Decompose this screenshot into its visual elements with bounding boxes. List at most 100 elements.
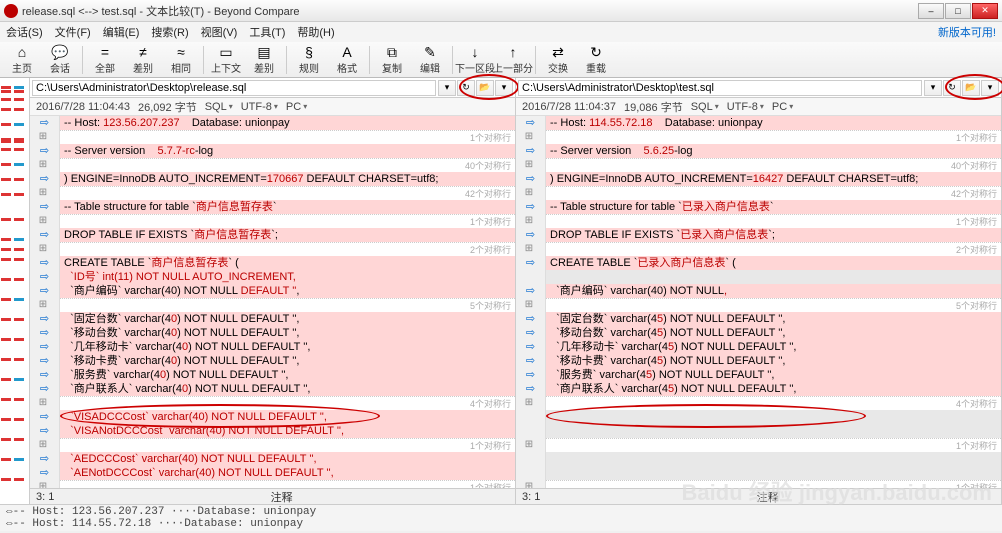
toolbar-差别[interactable]: ≠差别 (125, 44, 161, 76)
code-line[interactable]: ⊞5个对称行 (516, 298, 1001, 312)
toolbar-规则[interactable]: §规则 (291, 44, 327, 76)
code-line[interactable]: ⊞1个对称行 (516, 480, 1001, 488)
code-line[interactable]: ⇨) ENGINE=InnoDB AUTO_INCREMENT=16427 DE… (516, 172, 1001, 186)
toolbar-编辑[interactable]: ✎编辑 (412, 44, 448, 76)
code-line[interactable]: ⇨-- Table structure for table `商户信息暂存表` (30, 200, 515, 214)
menu-item[interactable]: 编辑(E) (103, 24, 140, 40)
code-line[interactable]: ⇨ `ID号` int(11) NOT NULL AUTO_INCREMENT, (30, 270, 515, 284)
lang-drop[interactable]: SQL (205, 101, 233, 113)
code-line[interactable]: ⊞1个对称行 (516, 214, 1001, 228)
titlebar: release.sql <--> test.sql - 文本比较(T) - Be… (0, 0, 1002, 22)
code-line[interactable]: ⇨ `几年移动卡` varchar(45) NOT NULL DEFAULT '… (516, 340, 1001, 354)
code-line[interactable]: ⇨-- Host: 123.56.207.237 Database: union… (30, 116, 515, 130)
menu-item[interactable]: 搜索(R) (151, 24, 188, 40)
toolbar-复制[interactable]: ⧉复制 (374, 44, 410, 76)
code-line[interactable]: ⇨ `VISANotDCCCost` varchar(40) NOT NULL … (30, 424, 515, 438)
toolbar-上一部分[interactable]: ↑上一部分 (495, 44, 531, 76)
code-line[interactable]: ⇨ `VISADCCCost` varchar(40) NOT NULL DEF… (30, 410, 515, 424)
code-line[interactable]: ⇨ `商户编码` varchar(40) NOT NULL, (516, 284, 1001, 298)
code-line[interactable]: ⊞40个对称行 (30, 158, 515, 172)
code-line[interactable] (516, 452, 1001, 466)
code-line[interactable] (516, 466, 1001, 480)
right-path-input[interactable] (518, 80, 922, 96)
enc-drop[interactable]: UTF-8 (241, 101, 278, 113)
left-path-input[interactable] (32, 80, 436, 96)
menu-item[interactable]: 会话(S) (6, 24, 43, 40)
toolbar-会话[interactable]: 💬会话 (42, 44, 78, 76)
code-line[interactable]: ⊞4个对称行 (516, 396, 1001, 410)
code-line[interactable]: ⇨ `AEDCCCost` varchar(40) NOT NULL DEFAU… (30, 452, 515, 466)
right-code[interactable]: ⇨-- Host: 114.55.72.18 Database: unionpa… (516, 116, 1001, 488)
more-button[interactable]: ▾ (981, 80, 999, 96)
code-line[interactable]: ⊞42个对称行 (516, 186, 1001, 200)
code-line[interactable]: ⇨ `几年移动卡` varchar(40) NOT NULL DEFAULT '… (30, 340, 515, 354)
code-line[interactable] (516, 410, 1001, 424)
code-line[interactable]: ⊞1个对称行 (30, 214, 515, 228)
eol-drop[interactable]: PC (286, 101, 307, 113)
code-line[interactable]: ⊞1个对称行 (30, 130, 515, 144)
minimize-button[interactable]: – (918, 3, 944, 19)
maximize-button[interactable]: □ (945, 3, 971, 19)
code-line[interactable]: ⇨ `服务费` varchar(45) NOT NULL DEFAULT '', (516, 368, 1001, 382)
code-line[interactable]: ⊞5个对称行 (30, 298, 515, 312)
toolbar-交换[interactable]: ⇄交换 (540, 44, 576, 76)
code-line[interactable]: ⊞1个对称行 (30, 438, 515, 452)
code-line[interactable]: ⇨ `AENotDCCCost` varchar(40) NOT NULL DE… (30, 466, 515, 480)
toolbar-差别[interactable]: ▤差别 (246, 44, 282, 76)
code-line[interactable]: ⊞2个对称行 (516, 242, 1001, 256)
menu-item[interactable]: 文件(F) (55, 24, 91, 40)
toolbar-全部[interactable]: =全部 (87, 44, 123, 76)
code-line[interactable]: ⇨ `固定台数` varchar(40) NOT NULL DEFAULT ''… (30, 312, 515, 326)
code-line[interactable]: ⇨ `固定台数` varchar(45) NOT NULL DEFAULT ''… (516, 312, 1001, 326)
code-line[interactable]: ⇨ `商户编码` varchar(40) NOT NULL DEFAULT ''… (30, 284, 515, 298)
code-line[interactable]: ⊞1个对称行 (30, 480, 515, 488)
overview-thumbnail[interactable] (0, 78, 30, 504)
code-line[interactable]: ⇨DROP TABLE IF EXISTS `商户信息暂存表`; (30, 228, 515, 242)
code-line[interactable]: ⇨-- Table structure for table `已录入商户信息表` (516, 200, 1001, 214)
code-line[interactable]: ⊞42个对称行 (30, 186, 515, 200)
left-code[interactable]: ⇨-- Host: 123.56.207.237 Database: union… (30, 116, 515, 488)
code-line[interactable]: ⇨ `服务费` varchar(40) NOT NULL DEFAULT '', (30, 368, 515, 382)
menu-item[interactable]: 帮助(H) (297, 24, 334, 40)
toolbar-相同[interactable]: ≈相同 (163, 44, 199, 76)
code-line[interactable]: ⇨-- Host: 114.55.72.18 Database: unionpa… (516, 116, 1001, 130)
code-line[interactable]: ⊞1个对称行 (516, 130, 1001, 144)
code-line[interactable]: ⊞2个对称行 (30, 242, 515, 256)
code-line[interactable]: ⇨ `商户联系人` varchar(40) NOT NULL DEFAULT '… (30, 382, 515, 396)
code-line[interactable]: ⇨ `移动卡费` varchar(45) NOT NULL DEFAULT ''… (516, 354, 1001, 368)
browse-button[interactable]: 📂 (962, 80, 980, 96)
toolbar-格式[interactable]: A格式 (329, 44, 365, 76)
eol-drop[interactable]: PC (772, 101, 793, 113)
toolbar-主页[interactable]: ⌂主页 (4, 44, 40, 76)
history-button[interactable]: ▾ (438, 80, 456, 96)
history-button[interactable]: ▾ (924, 80, 942, 96)
toolbar-上下文[interactable]: ▭上下文 (208, 44, 244, 76)
update-link[interactable]: 新版本可用! (938, 24, 996, 40)
toolbar-下一区段[interactable]: ↓下一区段 (457, 44, 493, 76)
code-line[interactable]: ⊞4个对称行 (30, 396, 515, 410)
code-line[interactable]: ⇨ `商户联系人` varchar(45) NOT NULL DEFAULT '… (516, 382, 1001, 396)
menu-item[interactable]: 视图(V) (201, 24, 238, 40)
code-line[interactable]: ⇨ `移动台数` varchar(40) NOT NULL DEFAULT ''… (30, 326, 515, 340)
menu-item[interactable]: 工具(T) (249, 24, 285, 40)
more-button[interactable]: ▾ (495, 80, 513, 96)
reload-button[interactable]: ↻ (943, 80, 961, 96)
code-line[interactable] (516, 270, 1001, 284)
lang-drop[interactable]: SQL (691, 101, 719, 113)
code-line[interactable]: ⊞1个对称行 (516, 438, 1001, 452)
code-line[interactable]: ⇨CREATE TABLE `已录入商户信息表` ( (516, 256, 1001, 270)
enc-drop[interactable]: UTF-8 (727, 101, 764, 113)
reload-button[interactable]: ↻ (457, 80, 475, 96)
code-line[interactable] (516, 424, 1001, 438)
code-line[interactable]: ⇨-- Server version 5.7.7-rc-log (30, 144, 515, 158)
close-button[interactable]: ✕ (972, 3, 998, 19)
code-line[interactable]: ⇨DROP TABLE IF EXISTS `已录入商户信息表`; (516, 228, 1001, 242)
code-line[interactable]: ⇨-- Server version 5.6.25-log (516, 144, 1001, 158)
toolbar-重载[interactable]: ↻重载 (578, 44, 614, 76)
code-line[interactable]: ⇨ `移动卡费` varchar(40) NOT NULL DEFAULT ''… (30, 354, 515, 368)
code-line[interactable]: ⇨ `移动台数` varchar(45) NOT NULL DEFAULT ''… (516, 326, 1001, 340)
code-line[interactable]: ⊞40个对称行 (516, 158, 1001, 172)
code-line[interactable]: ⇨CREATE TABLE `商户信息暂存表` ( (30, 256, 515, 270)
code-line[interactable]: ⇨) ENGINE=InnoDB AUTO_INCREMENT=170667 D… (30, 172, 515, 186)
browse-button[interactable]: 📂 (476, 80, 494, 96)
